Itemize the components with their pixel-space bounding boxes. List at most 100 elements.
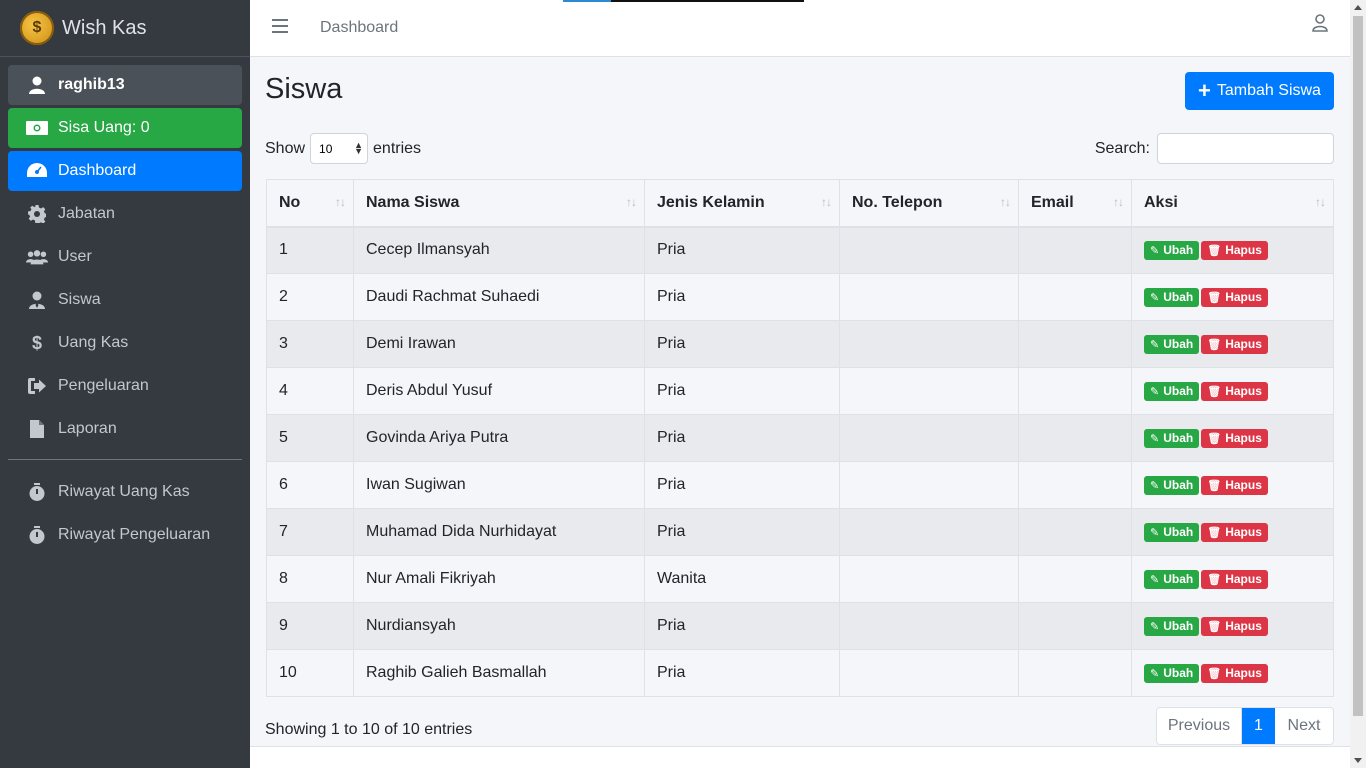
show-label: Show [265, 139, 306, 157]
loading-bar [563, 0, 804, 2]
cell-no: 9 [266, 602, 354, 650]
sidebar-item-user[interactable]: User [8, 237, 242, 277]
column-header-email[interactable]: Email ↑↓ [1018, 179, 1132, 228]
cell-nama: Demi Irawan [353, 320, 645, 368]
edit-button[interactable]: ✎ Ubah [1144, 569, 1200, 589]
delete-button[interactable]: 🗑︎ Hapus [1201, 569, 1268, 589]
edit-button[interactable]: ✎ Ubah [1144, 287, 1200, 307]
cell-jk: Pria [644, 602, 840, 650]
column-header-jenis-kelamin[interactable]: Jenis Kelamin ↑↓ [644, 179, 840, 228]
hamburger-menu-icon[interactable] [272, 18, 290, 38]
cell-jk: Pria [644, 461, 840, 509]
students-table: No ↑↓ Nama Siswa ↑↓ Jenis Kelamin ↑↓ No. Te… [266, 179, 1334, 697]
sidebar-item-riwayat-uang-kas[interactable]: Riwayat Uang Kas [8, 472, 242, 512]
sidebar-item-label: Riwayat Pengeluaran [58, 526, 211, 543]
table-row: 5 Govinda Ariya Putra Pria ✎ Ubah 🗑︎ Hapus [266, 414, 1334, 462]
page-1-button[interactable]: 1 [1242, 708, 1275, 744]
delete-button[interactable]: 🗑︎ Hapus [1201, 428, 1268, 448]
delete-button[interactable]: 🗑︎ Hapus [1201, 522, 1268, 542]
brand[interactable]: $ Wish Kas [0, 0, 250, 57]
table-row: 2 Daudi Rachmat Suhaedi Pria ✎ Ubah 🗑︎ Hapus [266, 273, 1334, 321]
cell-telp [839, 414, 1019, 462]
cell-nama: Govinda Ariya Putra [353, 414, 645, 462]
delete-button[interactable]: 🗑︎ Hapus [1201, 240, 1268, 260]
cell-nama: Daudi Rachmat Suhaedi [353, 273, 645, 321]
cell-telp [839, 508, 1019, 556]
edit-button[interactable]: ✎ Ubah [1144, 522, 1200, 542]
sidebar-balance[interactable]: Sisa Uang: 0 [8, 108, 242, 148]
cell-aksi: ✎ Ubah 🗑︎ Hapus [1131, 320, 1334, 368]
column-header-nama[interactable]: Nama Siswa ↑↓ [353, 179, 645, 228]
cell-email [1018, 367, 1132, 415]
cell-aksi: ✎ Ubah 🗑︎ Hapus [1131, 602, 1334, 650]
edit-button[interactable]: ✎ Ubah [1144, 381, 1200, 401]
sidebar: $ Wish Kas raghib13 Sisa Uang: 0 Dashboa… [0, 0, 250, 768]
next-page-button[interactable]: Next [1275, 708, 1333, 744]
edit-button[interactable]: ✎ Ubah [1144, 428, 1200, 448]
file-icon [26, 420, 48, 438]
delete-button[interactable]: 🗑︎ Hapus [1201, 334, 1268, 354]
delete-button[interactable]: 🗑︎ Hapus [1201, 287, 1268, 307]
user-menu-icon[interactable] [1312, 14, 1328, 37]
sidebar-item-jabatan[interactable]: Jabatan [8, 194, 242, 234]
column-header-aksi[interactable]: Aksi ↑↓ [1131, 179, 1334, 228]
delete-button[interactable]: 🗑︎ Hapus [1201, 663, 1268, 683]
edit-button[interactable]: ✎ Ubah [1144, 663, 1200, 683]
column-header-telepon[interactable]: No. Telepon ↑↓ [839, 179, 1019, 228]
table-info: Showing 1 to 10 of 10 entries [265, 721, 473, 738]
tachometer-icon [26, 163, 48, 179]
trash-icon: 🗑︎ [1207, 479, 1222, 492]
edit-button[interactable]: ✎ Ubah [1144, 334, 1200, 354]
delete-button[interactable]: 🗑︎ Hapus [1201, 381, 1268, 401]
cell-aksi: ✎ Ubah 🗑︎ Hapus [1131, 226, 1334, 274]
cell-no: 8 [266, 555, 354, 603]
cell-jk: Pria [644, 508, 840, 556]
cell-aksi: ✎ Ubah 🗑︎ Hapus [1131, 555, 1334, 603]
delete-button[interactable]: 🗑︎ Hapus [1201, 475, 1268, 495]
sidebar-balance-label: Sisa Uang: 0 [58, 119, 150, 136]
edit-icon: ✎ [1150, 432, 1160, 445]
sidebar-user[interactable]: raghib13 [8, 65, 242, 105]
sidebar-item-siswa[interactable]: Siswa [8, 280, 242, 320]
sort-icon: ↑↓ [1113, 195, 1124, 209]
page-scrollbar[interactable] [1350, 0, 1366, 768]
page-title: Siswa [265, 73, 343, 105]
column-header-no[interactable]: No ↑↓ [266, 179, 354, 228]
cell-email [1018, 461, 1132, 509]
previous-page-button[interactable]: Previous [1157, 708, 1242, 744]
scroll-down-icon[interactable] [1354, 758, 1362, 763]
delete-button[interactable]: 🗑︎ Hapus [1201, 616, 1268, 636]
edit-button[interactable]: ✎ Ubah [1144, 616, 1200, 636]
add-student-label: Tambah Siswa [1216, 82, 1321, 99]
page-size-select[interactable]: 10 [310, 133, 369, 164]
sidebar-item-label: Dashboard [58, 162, 137, 179]
table-row: 6 Iwan Sugiwan Pria ✎ Ubah 🗑︎ Hapus [266, 461, 1334, 509]
sidebar-item-dashboard[interactable]: Dashboard [8, 151, 242, 191]
scrollbar-thumb[interactable] [1353, 16, 1363, 716]
add-student-button[interactable]: + Tambah Siswa [1185, 72, 1334, 110]
sidebar-item-pengeluaran[interactable]: Pengeluaran [8, 366, 242, 406]
cell-nama: Iwan Sugiwan [353, 461, 645, 509]
sidebar-item-uang-kas[interactable]: $ Uang Kas [8, 323, 242, 363]
trash-icon: 🗑︎ [1207, 244, 1222, 257]
edit-button[interactable]: ✎ Ubah [1144, 240, 1200, 260]
scroll-up-icon[interactable] [1354, 5, 1362, 10]
sidebar-item-riwayat-pengeluaran[interactable]: Riwayat Pengeluaran [8, 515, 242, 555]
breadcrumb[interactable]: Dashboard [320, 19, 398, 37]
search-input[interactable] [1157, 133, 1334, 164]
edit-icon: ✎ [1150, 667, 1160, 680]
sidebar-nav: raghib13 Sisa Uang: 0 Dashboard Jabatan … [0, 57, 250, 566]
sidebar-item-laporan[interactable]: Laporan [8, 409, 242, 449]
sidebar-divider [8, 459, 242, 460]
page-size-control: Show 10 ▲ ▼ entries [265, 133, 421, 164]
cell-jk: Pria [644, 649, 840, 697]
cell-email [1018, 555, 1132, 603]
users-icon [26, 249, 48, 265]
sidebar-item-label: Siswa [58, 291, 101, 308]
cell-no: 3 [266, 320, 354, 368]
cell-jk: Pria [644, 414, 840, 462]
pagination: Previous 1 Next [1156, 707, 1334, 745]
cell-jk: Pria [644, 273, 840, 321]
edit-button[interactable]: ✎ Ubah [1144, 475, 1200, 495]
cell-no: 2 [266, 273, 354, 321]
